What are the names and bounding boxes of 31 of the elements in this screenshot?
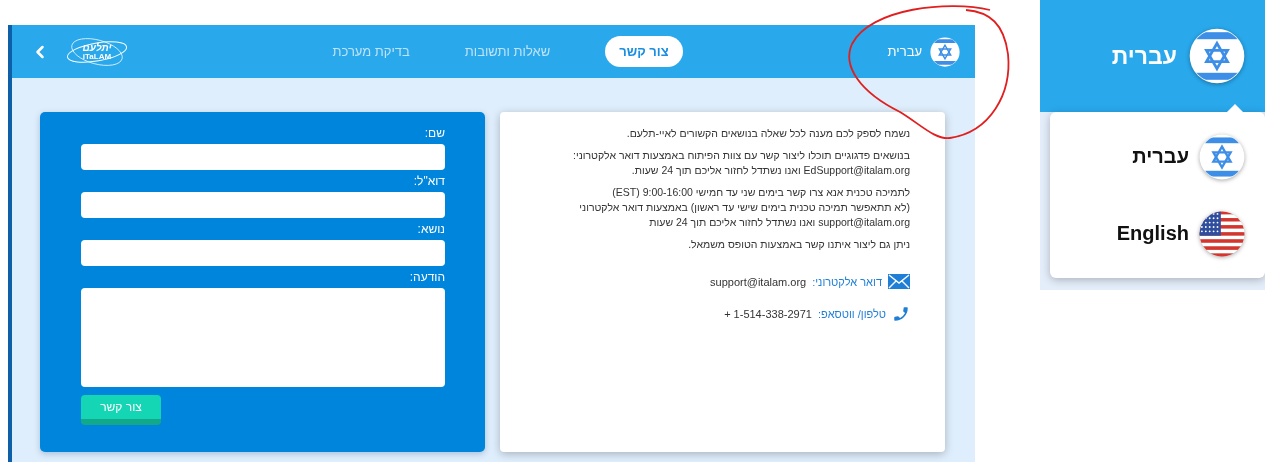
contact-label: דואר אלקטרוני: [812,275,882,288]
flag-icon [1199,210,1245,257]
message-field[interactable] [81,288,445,387]
flag-icon [1189,28,1245,84]
language-selector[interactable]: עברית [887,44,922,59]
info-paragraph: בנושאים פדגוגיים תוכלו ליצור קשר עם צוות הפיתוח באמצעות דואר אלקטרוני: EdSupport@italam.org ואנו נשתדל לחזור אליכם תוך 24 שעות. [572,148,910,178]
input-field[interactable] [81,240,445,266]
field-label: שם: [424,126,445,140]
field-label: הודעה: [409,270,445,284]
field-label: דוא"ל: [413,174,445,188]
nav-link[interactable]: צור קשר [605,36,683,67]
menu-item[interactable]: English [1116,222,1189,245]
input-field[interactable] [81,144,445,170]
logo-text: יתלעם [82,42,112,53]
field-label: נושא: [417,222,445,236]
nav-link[interactable]: שאלות ותשובות [464,44,551,59]
contact-value: support@italam.org [710,275,807,288]
logo-text: iTaLAM [82,52,112,61]
flag-icon [930,36,960,67]
contact-label: טלפון/ ווטסאפ: [817,308,886,320]
language-selector[interactable]: עברית [1111,42,1177,70]
submit-button[interactable]: צור קשר [81,395,161,425]
contact-value: + 1-514-338-2971 [724,308,812,320]
phone-icon [892,305,910,323]
info-paragraph: לתמיכה טכנית אנא צרו קשר בימים שני עד חמישי 9:00-16:00 (EST) (לא תתאפשר תמיכה טכנית בימים שישי עד ראשון) באמצעות דואר אלקטרוני support@italam.org ואנו נשתדל לחזור אליכם תוך 24 שעות [578,185,910,230]
nav-link[interactable]: בדיקת מערכת [332,44,410,59]
menu-item[interactable]: עברית [1132,145,1189,168]
input-field[interactable] [81,192,445,218]
info-paragraph: ניתן גם ליצור איתנו קשר באמצעות הטופס משמאל. [687,237,910,252]
envelope-icon [888,274,910,289]
info-paragraph: נשמח לספק לכם מענה לכל שאלה בנושאים הקשורים לאיי-תלעם. [625,126,910,141]
